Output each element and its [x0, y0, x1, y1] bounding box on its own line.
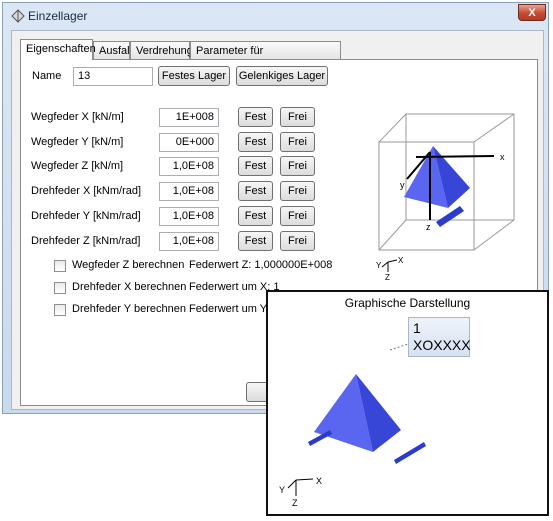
fixed-button-drehfeder-x[interactable]: Fest: [238, 181, 273, 201]
fixed-button-wegfeder-x[interactable]: Fest: [238, 107, 273, 127]
spring-field-drehfeder-y[interactable]: 1,0E+08: [159, 207, 219, 226]
free-button-wegfeder-z[interactable]: Frei: [280, 156, 315, 176]
name-label: Name: [32, 70, 62, 82]
spring-label-drehfeder-y: Drehfeder Y [kNm/rad]: [31, 210, 141, 222]
preview-axis-y: y: [400, 180, 405, 190]
popup-axis-y: Y: [279, 485, 285, 495]
calc-result-wegfeder-z: Federwert Z: 1,000000E+008: [189, 259, 333, 271]
popup-axis-x: X: [316, 476, 322, 486]
hinged-bearing-button[interactable]: Gelenkiges Lager: [236, 66, 328, 86]
fixed-button-drehfeder-z[interactable]: Fest: [238, 231, 273, 251]
spring-label-drehfeder-x: Drehfeder X [kNm/rad]: [31, 185, 142, 197]
name-field[interactable]: 13: [73, 67, 153, 86]
window-title: Einzellager: [28, 9, 88, 23]
graphic-representation-panel: Graphische Darstellung 1 XOXXXX X Y Z: [266, 290, 549, 516]
calc-checkbox-drehfeder-y[interactable]: [54, 304, 66, 316]
calc-label-drehfeder-y: Drehfeder Y berechnen: [72, 303, 186, 315]
tab-verdrehung[interactable]: Verdrehung: [130, 41, 193, 59]
free-button-drehfeder-z[interactable]: Frei: [280, 231, 315, 251]
tab-parameter-federberechnung[interactable]: Parameter für Federberechnung: [190, 41, 341, 75]
spring-label-wegfeder-z: Wegfeder Z [kN/m]: [31, 160, 124, 172]
fixed-button-drehfeder-y[interactable]: Fest: [238, 206, 273, 226]
spring-label-wegfeder-x: Wegfeder X [kN/m]: [31, 111, 124, 123]
graphic-representation-drawing: X Y Z: [279, 343, 426, 508]
popup-axis-z: Z: [292, 498, 298, 508]
mini-axis-x: X: [398, 256, 404, 265]
spring-field-wegfeder-x[interactable]: 1E+008: [159, 108, 219, 127]
spring-field-drehfeder-z[interactable]: 1,0E+08: [159, 232, 219, 251]
close-button[interactable]: X: [518, 4, 546, 21]
preview-axis-z: z: [426, 222, 431, 232]
mini-axis-z: Z: [385, 273, 390, 282]
fixed-bearing-button[interactable]: Festes Lager: [158, 66, 230, 86]
fixed-button-wegfeder-z[interactable]: Fest: [238, 156, 273, 176]
title-bar[interactable]: Einzellager X: [3, 3, 548, 29]
calc-checkbox-wegfeder-z[interactable]: [54, 260, 66, 272]
calc-label-drehfeder-x: Drehfeder X berechnen: [72, 281, 187, 293]
tab-eigenschaften[interactable]: Eigenschaften: [20, 39, 96, 60]
spring-label-wegfeder-y: Wegfeder Y [kN/m]: [31, 136, 124, 148]
free-button-drehfeder-x[interactable]: Frei: [280, 181, 315, 201]
spring-field-drehfeder-x[interactable]: 1,0E+08: [159, 182, 219, 201]
preview-axis-x: x: [500, 152, 505, 162]
spring-field-wegfeder-z[interactable]: 1,0E+08: [159, 157, 219, 176]
free-button-wegfeder-x[interactable]: Frei: [280, 107, 315, 127]
fixed-button-wegfeder-y[interactable]: Fest: [238, 132, 273, 152]
bearing-3d-preview: x y z X Y Z: [376, 113, 515, 282]
tab-ausfall[interactable]: Ausfall: [93, 41, 132, 59]
bearing-icon: [11, 9, 25, 23]
mini-axis-y: Y: [376, 261, 382, 270]
calc-checkbox-drehfeder-x[interactable]: [54, 282, 66, 294]
calc-label-wegfeder-z: Wegfeder Z berechnen: [72, 259, 185, 271]
free-button-wegfeder-y[interactable]: Frei: [280, 132, 315, 152]
spring-field-wegfeder-y[interactable]: 0E+000: [159, 133, 219, 152]
free-button-drehfeder-y[interactable]: Frei: [280, 206, 315, 226]
spring-label-drehfeder-z: Drehfeder Z [kNm/rad]: [31, 235, 141, 247]
